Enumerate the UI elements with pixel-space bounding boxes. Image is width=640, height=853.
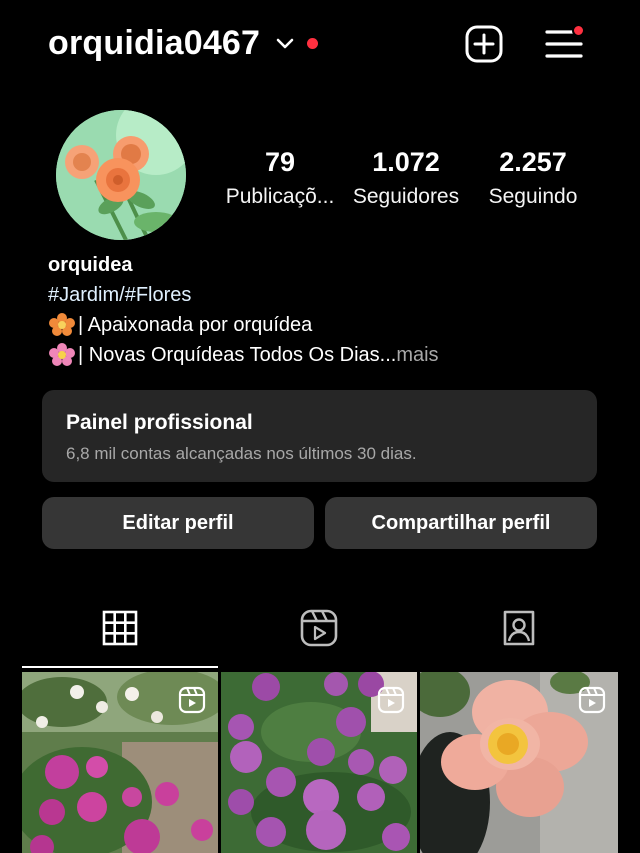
reel-badge-icon <box>578 686 606 714</box>
chevron-down-icon[interactable] <box>275 36 295 52</box>
bio-line-2: | Novas Orquídeas Todos Os Dias... mais <box>48 340 608 370</box>
grid-post-1[interactable] <box>22 672 218 853</box>
bio-line-1-text: | Apaixonada por orquídea <box>78 314 313 336</box>
stat-followers[interactable]: 1.072 Seguidores <box>346 146 466 210</box>
posts-count: 79 <box>264 147 296 177</box>
posts-label: Publicaçõ... <box>225 185 335 208</box>
following-label: Seguindo <box>488 185 578 208</box>
avatar-roses-image <box>56 110 186 240</box>
account-notification-dot <box>307 38 318 49</box>
grid-icon[interactable] <box>100 608 140 648</box>
professional-dashboard-card[interactable]: Painel profissional 6,8 mil contas alcan… <box>42 390 597 482</box>
profile-header: orquidia0467 <box>0 0 640 90</box>
profile-avatar[interactable] <box>56 110 186 240</box>
share-profile-button[interactable]: Compartilhar perfil <box>325 497 597 549</box>
followers-count: 1.072 <box>372 147 440 177</box>
reels-icon[interactable] <box>299 608 339 648</box>
professional-dashboard-title: Painel profissional <box>66 411 253 434</box>
bio-more-link[interactable]: mais <box>396 340 438 370</box>
reel-badge-icon <box>377 686 405 714</box>
stat-posts[interactable]: 79 Publicaçõ... <box>220 146 340 210</box>
display-name: orquidea <box>48 254 133 276</box>
tagged-icon[interactable] <box>499 608 539 648</box>
bio-line-2-text: | Novas Orquídeas Todos Os Dias... <box>78 344 397 366</box>
grid-post-3[interactable] <box>420 672 618 853</box>
new-post-icon[interactable] <box>465 25 503 63</box>
followers-label: Seguidores <box>352 185 460 208</box>
stat-following[interactable]: 2.257 Seguindo <box>478 146 588 210</box>
menu-notification-dot <box>572 24 585 37</box>
grid-post-2[interactable] <box>221 672 417 853</box>
profile-bio: orquidea #Jardim/#Flores | Apaixonada po… <box>48 250 608 370</box>
bio-hashtags[interactable]: #Jardim/#Flores <box>48 280 608 310</box>
bio-line-1: | Apaixonada por orquídea <box>48 310 608 340</box>
active-tab-indicator <box>22 666 218 668</box>
pink-flower-emoji-icon <box>49 343 75 366</box>
following-count: 2.257 <box>499 147 567 177</box>
reel-badge-icon <box>178 686 206 714</box>
professional-dashboard-subtitle: 6,8 mil contas alcançadas nos últimos 30… <box>66 444 417 463</box>
account-username[interactable]: orquidia0467 <box>48 24 260 63</box>
orange-flower-emoji-icon <box>49 313 75 336</box>
edit-profile-button[interactable]: Editar perfil <box>42 497 314 549</box>
